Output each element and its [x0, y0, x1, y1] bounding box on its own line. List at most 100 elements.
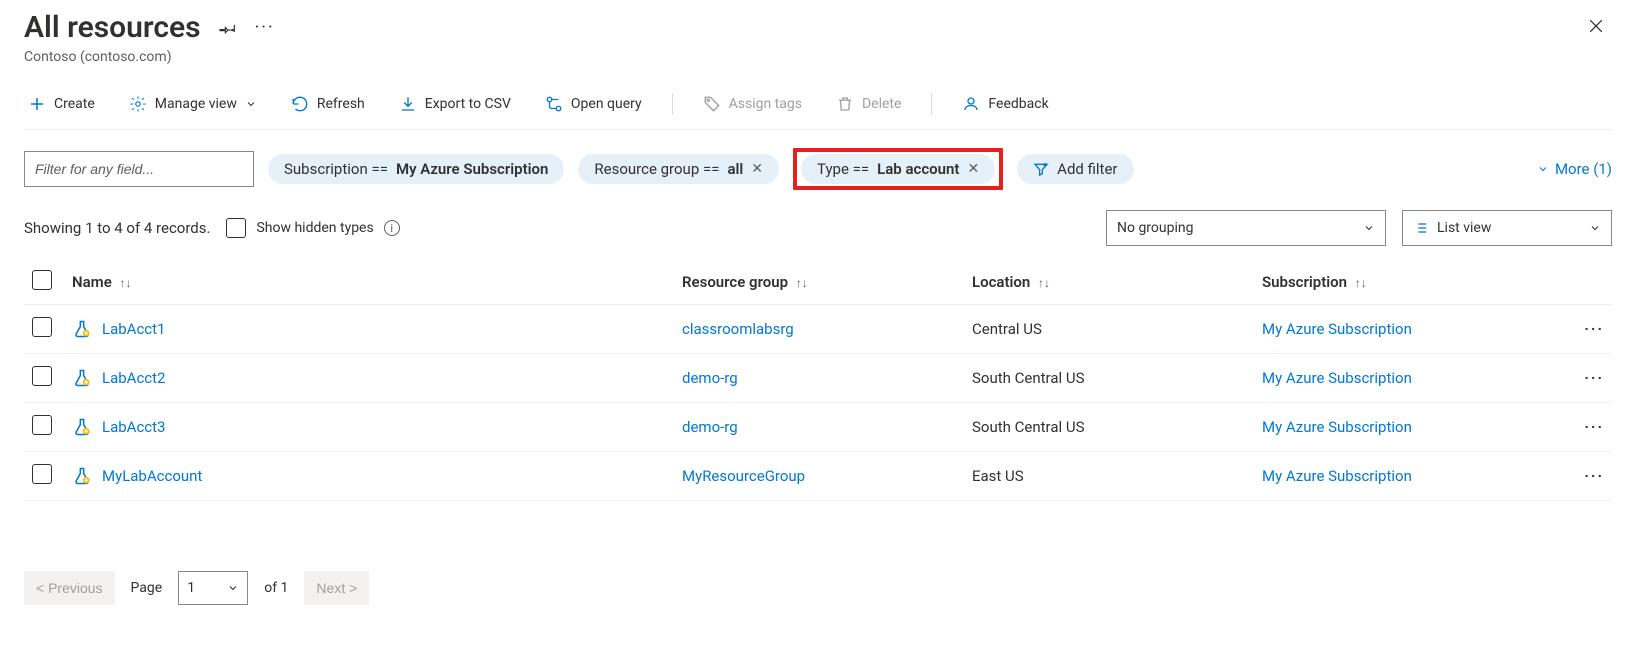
create-label: Create — [54, 96, 95, 112]
download-icon — [399, 95, 417, 113]
filter-rg-value: all — [727, 160, 743, 178]
row-checkbox[interactable] — [32, 366, 52, 386]
resource-group-link[interactable]: MyResourceGroup — [682, 467, 805, 485]
sort-icon: ↑↓ — [120, 276, 132, 290]
pager: < Previous Page 1 of 1 Next > — [24, 571, 1612, 605]
filter-type-value: Lab account — [877, 160, 959, 178]
subscription-link[interactable]: My Azure Subscription — [1262, 320, 1412, 338]
filters-row: Subscription == My Azure Subscription Re… — [24, 148, 1612, 190]
refresh-button[interactable]: Refresh — [287, 89, 369, 119]
delete-label: Delete — [862, 96, 901, 112]
show-hidden-types-checkbox[interactable] — [226, 218, 246, 238]
resource-group-link[interactable]: demo-rg — [682, 369, 738, 387]
column-header-location[interactable]: Location ↑↓ — [964, 260, 1254, 305]
grouping-value: No grouping — [1117, 220, 1193, 236]
table-row: LabAcct2demo-rgSouth Central USMy Azure … — [24, 354, 1612, 403]
page-select[interactable]: 1 — [178, 571, 248, 605]
refresh-icon — [291, 95, 309, 113]
location-value: Central US — [972, 320, 1042, 338]
close-button[interactable] — [1580, 10, 1612, 42]
page-title: All resources — [24, 10, 201, 45]
manage-view-label: Manage view — [155, 96, 237, 112]
column-header-name[interactable]: Name ↑↓ — [64, 260, 674, 305]
resource-name-link[interactable]: LabAcct3 — [102, 418, 166, 436]
plus-icon — [28, 95, 46, 113]
grouping-select[interactable]: No grouping — [1106, 210, 1386, 246]
delete-button: Delete — [832, 89, 905, 119]
filter-highlight-type: Type == Lab account ✕ — [793, 148, 1003, 190]
record-count: Showing 1 to 4 of 4 records. — [24, 219, 210, 237]
chevron-down-icon — [1537, 163, 1549, 175]
lab-account-icon — [72, 319, 92, 339]
row-menu-button[interactable]: ··· — [1572, 305, 1612, 354]
export-csv-label: Export to CSV — [425, 96, 511, 112]
open-query-button[interactable]: Open query — [541, 89, 646, 119]
pin-icon[interactable] — [219, 19, 237, 37]
more-filters-link[interactable]: More (1) — [1537, 160, 1612, 178]
status-row: Showing 1 to 4 of 4 records. Show hidden… — [24, 210, 1612, 246]
previous-page-button: < Previous — [24, 571, 115, 605]
lab-account-icon — [72, 368, 92, 388]
view-mode-select[interactable]: List view — [1402, 210, 1612, 246]
select-all-checkbox[interactable] — [32, 270, 52, 290]
page-header: All resources ··· Contoso (contoso.com) — [24, 10, 1612, 65]
remove-filter-rg-icon[interactable]: ✕ — [751, 161, 763, 177]
table-row: MyLabAccount MyResourceGroup East US My Azu… — [24, 452, 1612, 501]
row-checkbox[interactable] — [32, 464, 52, 484]
info-icon[interactable]: i — [384, 220, 400, 236]
column-header-resource-group[interactable]: Resource group ↑↓ — [674, 260, 964, 305]
toolbar-separator — [672, 93, 673, 115]
sort-icon: ↑↓ — [1038, 276, 1050, 290]
location-value: South Central US — [972, 418, 1084, 436]
show-hidden-types-label: Show hidden types — [256, 220, 373, 236]
filter-pill-subscription[interactable]: Subscription == My Azure Subscription — [268, 154, 564, 184]
feedback-icon — [962, 95, 980, 113]
query-icon — [545, 95, 563, 113]
subtitle: Contoso (contoso.com) — [24, 49, 275, 65]
export-csv-button[interactable]: Export to CSV — [395, 89, 515, 119]
lab-account-icon — [72, 466, 92, 486]
page-label: Page — [131, 580, 163, 596]
tag-icon — [703, 95, 721, 113]
column-header-subscription[interactable]: Subscription ↑↓ — [1254, 260, 1572, 305]
resource-group-link[interactable]: classroomlabsrg — [682, 320, 794, 338]
page-of-label: of 1 — [264, 580, 288, 596]
page-value: 1 — [187, 580, 195, 596]
assign-tags-button: Assign tags — [699, 89, 806, 119]
location-value: East US — [972, 467, 1024, 485]
resource-name-link[interactable]: LabAcct1 — [102, 320, 166, 338]
filter-pill-resource-group[interactable]: Resource group == all ✕ — [578, 154, 779, 184]
filter-subscription-label: Subscription == — [284, 160, 388, 178]
row-menu-button[interactable]: ··· — [1572, 354, 1612, 403]
row-checkbox[interactable] — [32, 415, 52, 435]
open-query-label: Open query — [571, 96, 642, 112]
add-filter-button[interactable]: Add filter — [1017, 154, 1133, 184]
feedback-label: Feedback — [988, 96, 1048, 112]
resource-name-link[interactable]: MyLabAccount — [102, 467, 202, 485]
lab-account-icon — [72, 417, 92, 437]
filter-input[interactable] — [24, 151, 254, 187]
remove-filter-type-icon[interactable]: ✕ — [967, 161, 979, 177]
subscription-link[interactable]: My Azure Subscription — [1262, 467, 1412, 485]
filter-pill-type[interactable]: Type == Lab account ✕ — [801, 154, 995, 184]
create-button[interactable]: Create — [24, 89, 99, 119]
toolbar-separator-2 — [931, 93, 932, 115]
more-icon[interactable]: ··· — [255, 17, 275, 38]
manage-view-button[interactable]: Manage view — [125, 89, 261, 119]
assign-tags-label: Assign tags — [729, 96, 802, 112]
resource-name-link[interactable]: LabAcct2 — [102, 369, 166, 387]
row-menu-button[interactable]: ··· — [1572, 403, 1612, 452]
filter-type-label: Type == — [817, 160, 869, 178]
list-icon — [1413, 220, 1429, 236]
filter-add-icon — [1033, 161, 1049, 177]
toolbar: Create Manage view Refresh Export to CSV… — [24, 89, 1612, 130]
resource-group-link[interactable]: demo-rg — [682, 418, 738, 436]
filter-rg-label: Resource group == — [594, 160, 719, 178]
subscription-link[interactable]: My Azure Subscription — [1262, 369, 1412, 387]
row-checkbox[interactable] — [32, 317, 52, 337]
chevron-down-icon — [1589, 222, 1601, 234]
feedback-button[interactable]: Feedback — [958, 89, 1052, 119]
subscription-link[interactable]: My Azure Subscription — [1262, 418, 1412, 436]
table-row: LabAcct1 classroomlabsrg Central US My Azur… — [24, 305, 1612, 354]
row-menu-button[interactable]: ··· — [1572, 452, 1612, 501]
